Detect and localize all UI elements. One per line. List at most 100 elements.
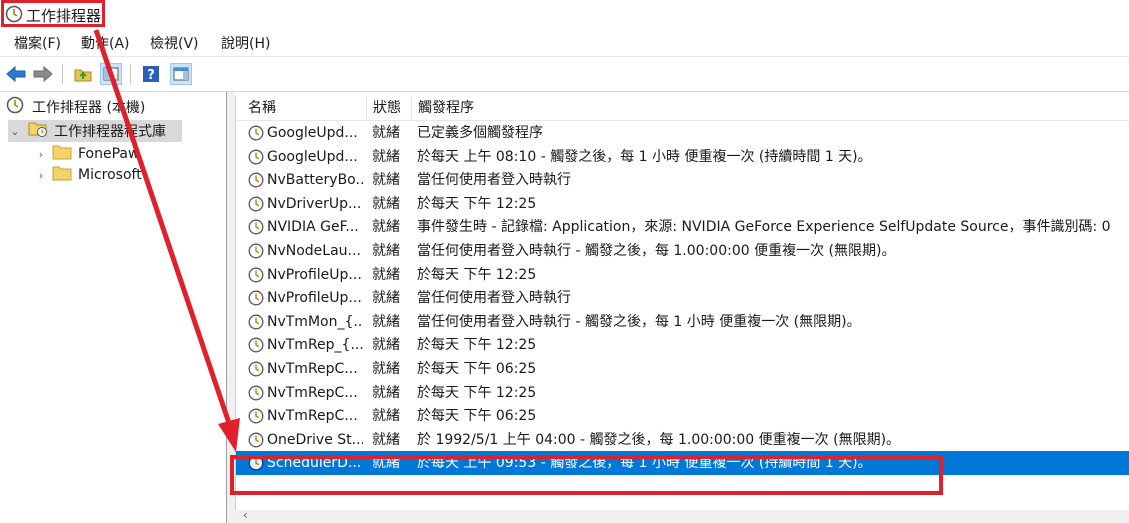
menu-view[interactable]: 檢視(V) [150,33,199,53]
task-row[interactable]: NvBatteryBo... 就緒 當任何使用者登入時執行 [236,168,1129,192]
task-status: 就緒 [372,384,400,401]
task-trigger: 於每天 上午 08:10 - 觸發之後，每 1 小時 便重複一次 (持續時間 1… [417,148,872,165]
task-row[interactable]: NvTmRep_{... 就緒 於每天 下午 12:25 [236,333,1129,357]
task-clock-icon [248,361,264,377]
column-header-trigger[interactable]: 觸發程序 [418,96,474,120]
tree-item-library[interactable]: ⌄ 工作排程器程式庫 [8,120,182,142]
task-row[interactable]: NvProfileUp... 就緒 當任何使用者登入時執行 [236,286,1129,310]
task-row[interactable]: NvTmRepC... 就緒 於每天 下午 06:25 [236,357,1129,381]
tree-item-folder[interactable]: › FonePaw [34,143,139,165]
task-row[interactable]: GoogleUpd... 就緒 已定義多個觸發程序 [236,121,1129,145]
title-annotation-box [1,0,105,27]
toolbar-divider [130,64,131,84]
task-clock-icon [248,219,264,235]
task-row[interactable]: OneDrive St... 就緒於 1992/5/1 上午 04:00 - 觸發… [236,428,1129,452]
menu-action[interactable]: 動作(A) [81,33,130,53]
task-row[interactable]: NvTmRepC... 就緒 於每天 下午 06:25 [236,404,1129,428]
task-clock-icon [248,125,264,141]
task-trigger: 已定義多個觸發程序 [417,125,543,141]
tree-item-local[interactable]: 工作排程器 (本機) [6,96,145,118]
task-name: NvNodeLau... [267,243,361,259]
menu-bar: 檔案(F) 動作(A) 檢視(V) 說明(H) [0,29,1129,57]
task-name: NvTmRepC... [267,408,358,425]
task-name: NvTmMon_{... [267,313,363,330]
task-clock-icon [248,432,264,448]
task-row[interactable]: GoogleUpd... 就緒 於每天 上午 08:10 - 觸發之後，每 1 小時… [236,145,1129,169]
task-name: NVIDIA GeF... [267,219,359,236]
task-clock-icon [248,385,264,401]
task-row[interactable]: NvTmRepC... 就緒 於每天 下午 12:25 [236,381,1129,405]
task-trigger: 於 1992/5/1 上午 04:00 - 觸發之後，每 1.00:00:00 … [417,431,901,448]
library-folder-icon [28,120,48,142]
task-name: NvTmRep_{... [267,337,363,354]
scroll-left-icon[interactable]: ‹ [243,508,248,522]
chevron-right-icon[interactable]: › [34,148,48,161]
menu-file[interactable]: 檔案(F) [14,33,61,53]
task-row[interactable]: NVIDIA GeF... 就緒 事件發生時 - 記錄檔: Application，… [236,215,1129,239]
task-name: NvProfileUp... [267,290,362,307]
task-status: 就緒 [372,125,400,141]
task-row[interactable]: NvDriverUp... 就緒 於每天 下午 12:25 [236,192,1129,216]
task-row[interactable]: NvNodeLau... 就緒 當任何使用者登入時執行 - 觸發之後，每 1.00:… [236,239,1129,263]
task-clock-icon [248,408,264,424]
toolbar: ? [0,57,1129,92]
task-clock-icon [248,267,264,283]
forward-icon[interactable] [32,63,54,85]
task-trigger: 當任何使用者登入時執行 - 觸發之後，每 1 小時 便重複一次 (無限期)。 [417,313,861,330]
task-trigger: 於每天 下午 12:25 [417,337,537,354]
tree-item-label: FonePaw [78,146,140,162]
tree-item-label: 工作排程器 (本機) [32,100,146,116]
task-status: 就緒 [372,195,400,212]
tree-item-label: 工作排程器程式庫 [54,124,166,140]
menu-help[interactable]: 說明(H) [221,33,270,53]
horizontal-scrollbar[interactable]: ‹ [235,508,1129,523]
show-hide-tree-icon[interactable] [100,63,122,85]
task-trigger: 當任何使用者登入時執行 [417,290,571,307]
task-name: NvTmRepC... [267,384,358,401]
task-status: 就緒 [372,337,400,354]
task-status: 就緒 [372,313,400,330]
row-annotation-box [230,455,943,495]
column-divider[interactable] [411,96,412,120]
task-name: NvTmRepC... [267,361,358,377]
title-bar: 工作排程器 [0,0,1129,29]
task-name: GoogleUpd... [267,125,358,141]
folder-icon [52,144,72,164]
task-clock-icon [248,172,264,188]
column-divider[interactable] [366,96,367,120]
task-status: 就緒 [372,266,400,283]
up-folder-icon[interactable] [72,63,94,85]
task-status: 就緒 [372,408,400,425]
task-clock-icon [248,290,264,306]
task-trigger: 於每天 下午 06:25 [417,361,537,377]
task-trigger: 事件發生時 - 記錄檔: Application，來源: NVIDIA GeFo… [417,219,1111,236]
task-status: 就緒 [372,148,400,165]
task-clock-icon [248,149,264,165]
chevron-down-icon[interactable]: ⌄ [8,125,22,138]
task-row[interactable]: NvProfileUp... 就緒 於每天 下午 12:25 [236,263,1129,287]
list-header: 名稱 狀態 觸發程序 [236,96,1129,121]
task-name: NvDriverUp... [267,195,362,212]
task-trigger: 當任何使用者登入時執行 [417,172,571,189]
task-trigger: 於每天 下午 06:25 [417,408,537,425]
tree-item-folder[interactable]: › Microsoft [34,164,142,186]
toolbar-divider [62,64,63,84]
column-header-status[interactable]: 狀態 [373,96,401,120]
task-row[interactable]: NvTmMon_{... 就緒 當任何使用者登入時執行 - 觸發之後，每 1 小時 … [236,310,1129,334]
help-icon[interactable]: ? [140,63,162,85]
task-name: OneDrive St... [267,431,363,448]
task-clock-icon [248,337,264,353]
chevron-right-icon[interactable]: › [34,169,48,182]
task-trigger: 於每天 下午 12:25 [417,384,537,401]
column-header-name[interactable]: 名稱 [248,96,276,120]
clock-icon [6,96,24,118]
task-status: 就緒 [372,431,400,448]
task-trigger: 當任何使用者登入時執行 - 觸發之後，每 1.00:00:00 便重複一次 (無… [417,243,896,259]
task-status: 就緒 [372,219,400,236]
back-icon[interactable] [5,63,27,85]
action-pane-icon[interactable] [170,63,192,85]
task-clock-icon [248,314,264,330]
task-status: 就緒 [372,243,400,259]
navigation-tree: 工作排程器 (本機) ⌄ 工作排程器程式庫 › FonePaw › Micros… [0,92,227,523]
task-clock-icon [248,196,264,212]
